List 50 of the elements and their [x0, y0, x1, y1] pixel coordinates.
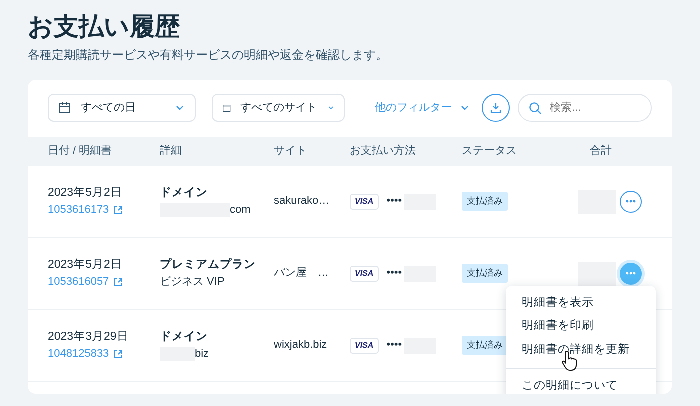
date-text: 2023年5月2日 [48, 186, 124, 201]
menu-item[interactable]: 明細書を表示 [506, 292, 656, 316]
status-badge: 支払済み [462, 336, 508, 356]
external-link-icon [114, 278, 124, 287]
ellipsis-icon [626, 200, 636, 203]
status-badge: 支払済み [462, 264, 508, 284]
card-brand-label: VISA [350, 266, 379, 282]
external-link-icon [114, 350, 124, 359]
site-name: パン屋 … [274, 266, 330, 282]
column-header: 詳細 [160, 144, 183, 160]
site-filter-dropdown[interactable]: すべてのサイト [212, 94, 345, 122]
browser-window-icon [223, 102, 231, 114]
redacted-amount [578, 262, 616, 286]
search-field[interactable]: 検索... [518, 94, 652, 122]
masked-card-number: •••• [386, 194, 402, 210]
calendar-icon [59, 102, 71, 114]
status-badge: 支払済み [462, 192, 508, 212]
detail-text: com [230, 202, 251, 218]
masked-card-number: •••• [386, 266, 402, 282]
date-text: 2023年3月29日 [48, 330, 130, 345]
column-header: 合計 [589, 144, 613, 160]
menu-item[interactable]: 明細書を印刷 [506, 315, 656, 338]
detail-text: biz [195, 346, 210, 362]
detail-text: ビジネス VIP [160, 274, 225, 290]
date-text: 2023年5月2日 [48, 258, 124, 273]
page-title: お支払い履歴 [28, 12, 181, 42]
menu-item[interactable]: この明細について [506, 374, 656, 394]
product-name: ドメイン [160, 330, 209, 345]
product-name: プレミアムプラン [160, 257, 257, 273]
card-brand-label: VISA [350, 194, 379, 210]
site-name: sakurako… [274, 194, 331, 210]
column-header: お支払い方法 [350, 144, 417, 160]
external-link-icon [114, 206, 124, 215]
column-header: ステータス [462, 144, 518, 160]
ellipsis-icon [626, 272, 636, 275]
more-options-button[interactable] [620, 262, 642, 284]
date-filter-dropdown[interactable]: すべての日 [48, 94, 196, 122]
chevron-down-icon [175, 103, 185, 113]
site-name: wixjakb.biz [274, 338, 328, 354]
column-header: サイト [274, 144, 308, 160]
download-icon [490, 102, 502, 114]
masked-card-number: •••• [386, 338, 402, 354]
search-icon [529, 102, 542, 114]
column-header: 日付 / 明細書 [48, 144, 114, 160]
more-options-button[interactable] [620, 190, 642, 212]
download-button[interactable] [482, 94, 510, 122]
card-brand-label: VISA [350, 338, 379, 354]
chevron-down-icon [460, 103, 470, 113]
page-subtitle: 各種定期購読サービスや有料サービスの明細や返金を確認します。 [28, 47, 389, 64]
product-name: ドメイン [160, 186, 209, 201]
